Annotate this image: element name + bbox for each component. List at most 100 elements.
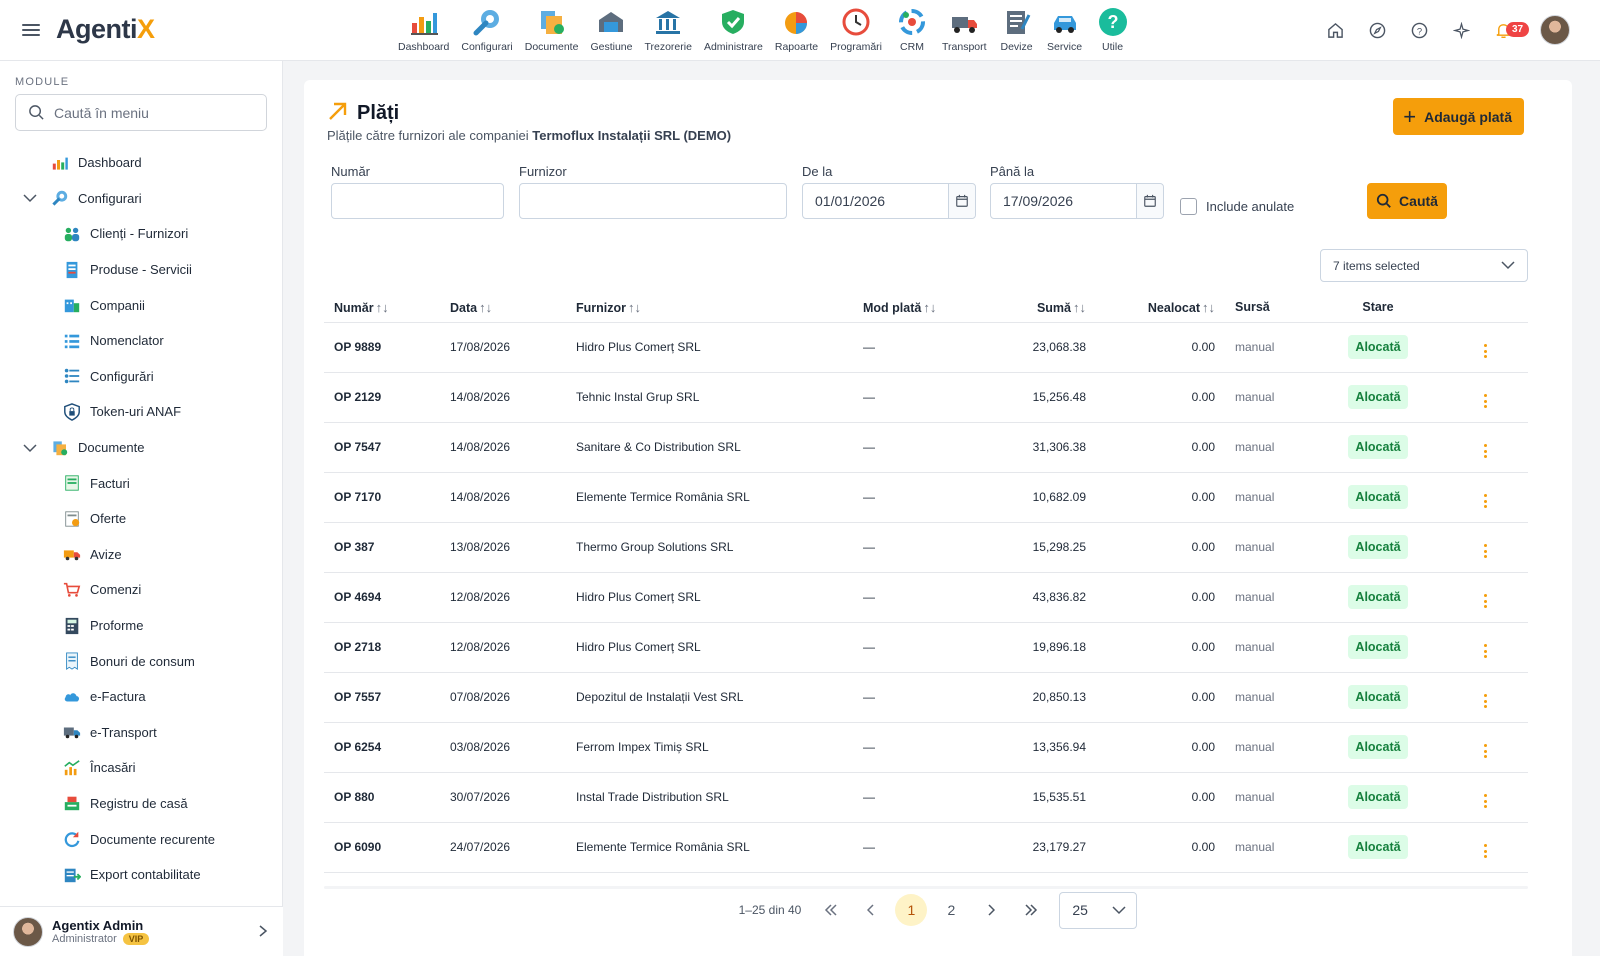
menu-search-input[interactable] [54, 104, 254, 121]
table-row[interactable]: OP 7557 07/08/2026 Depozitul de Instalații… [324, 672, 1528, 723]
sidebar-item-e-factura[interactable]: e-Factura [0, 679, 283, 715]
sidebar-item-registru-casa[interactable]: Registru de casă [0, 786, 283, 822]
from-date-input[interactable] [803, 193, 948, 209]
numar-input[interactable] [332, 193, 503, 209]
include-cancelled-checkbox[interactable] [1180, 198, 1197, 215]
col-numar[interactable]: Număr ↑↓ [324, 293, 440, 323]
home-icon[interactable] [1318, 13, 1352, 47]
page-1-button[interactable]: 1 [895, 894, 928, 926]
user-avatar[interactable] [1540, 15, 1570, 45]
sidebar-item-bonuri-consum[interactable]: Bonuri de consum [0, 643, 283, 679]
sidebar-item-e-transport[interactable]: e-Transport [0, 715, 283, 751]
table-row[interactable]: OP 7547 14/08/2026 Sanitare & Co Distribut… [324, 422, 1528, 473]
sparkle-icon[interactable] [1444, 13, 1478, 47]
module-utile[interactable]: ? Utile [1089, 4, 1137, 53]
module-programari[interactable]: Programări [824, 4, 888, 53]
more-options-icon[interactable] [1484, 344, 1487, 358]
sidebar-item-configurari[interactable]: Configurari [0, 181, 283, 217]
help-icon[interactable]: ? [1402, 13, 1436, 47]
module-transport[interactable]: Transport [936, 4, 993, 53]
module-dashboard[interactable]: Dashboard [392, 4, 455, 53]
page-2-button[interactable]: 2 [935, 894, 967, 926]
table-row[interactable]: OP 6254 03/08/2026 Ferrom Impex Timiș SRL —… [324, 722, 1528, 773]
module-configurari[interactable]: Configurari [455, 4, 518, 53]
table-row[interactable]: OP 2718 12/08/2026 Hidro Plus Comerț SRL —1… [324, 622, 1528, 673]
chevron-down-icon[interactable] [22, 443, 38, 453]
module-crm[interactable]: CRM [888, 4, 936, 53]
include-cancelled-checkbox-row[interactable]: Include anulate [1180, 198, 1294, 215]
search-button[interactable]: Caută [1367, 183, 1447, 219]
more-options-icon[interactable] [1484, 694, 1487, 708]
table-row[interactable]: OP 4694 12/08/2026 Hidro Plus Comerț SRL —4… [324, 572, 1528, 623]
col-nealocat[interactable]: Nealocat ↑↓ [1096, 293, 1225, 323]
horizontal-scrollbar[interactable] [324, 886, 1528, 889]
sidebar-item-nomenclator[interactable]: Nomenclator [0, 323, 283, 359]
col-suma[interactable]: Sumă ↑↓ [983, 293, 1096, 323]
sort-icon[interactable]: ↑↓ [1073, 300, 1086, 315]
sidebar-item-configurari-sub[interactable]: Configurări [0, 359, 283, 395]
module-devize[interactable]: Devize [993, 4, 1041, 53]
sort-icon[interactable]: ↑↓ [628, 300, 641, 315]
next-page-icon[interactable] [975, 894, 1007, 926]
sidebar-item-proforme[interactable]: Proforme [0, 608, 283, 644]
sidebar-item-token-anaf[interactable]: Token-uri ANAF [0, 394, 283, 430]
more-options-icon[interactable] [1484, 644, 1487, 658]
sidebar-item-documente[interactable]: Documente [0, 430, 283, 466]
notification-bell-icon[interactable]: 37 [1486, 13, 1530, 47]
sidebar-item-companii[interactable]: Companii [0, 287, 283, 323]
sidebar-item-comenzi[interactable]: Comenzi [0, 572, 283, 608]
to-date-input[interactable] [991, 193, 1136, 209]
chevron-right-icon[interactable] [258, 924, 268, 943]
sidebar-item-export-contabilitate[interactable]: Export contabilitate [0, 857, 283, 893]
sort-icon[interactable]: ↑↓ [1202, 300, 1215, 315]
table-row[interactable]: OP 6090 24/07/2026 Elemente Termice Români… [324, 822, 1528, 873]
table-row[interactable]: OP 880 30/07/2026 Instal Trade Distributio… [324, 772, 1528, 823]
sidebar-item-dashboard[interactable]: Dashboard [0, 145, 283, 181]
calendar-icon[interactable] [947, 184, 975, 218]
module-trezorerie[interactable]: Trezorerie [638, 4, 697, 53]
table-row[interactable]: OP 7170 14/08/2026 Elemente Termice Români… [324, 472, 1528, 523]
more-options-icon[interactable] [1484, 594, 1487, 608]
prev-page-icon[interactable] [855, 894, 887, 926]
furnizor-input[interactable] [520, 193, 786, 209]
add-payment-button[interactable]: + Adaugă plată [1393, 98, 1524, 135]
more-options-icon[interactable] [1484, 394, 1487, 408]
col-data[interactable]: Data ↑↓ [440, 293, 566, 323]
sidebar-item-facturi[interactable]: Facturi [0, 465, 283, 501]
app-logo[interactable]: AgentiX [56, 14, 155, 45]
more-options-icon[interactable] [1484, 544, 1487, 558]
table-row[interactable]: OP 9889 17/08/2026 Hidro Plus Comerț SRL —2… [324, 322, 1528, 373]
table-row[interactable]: OP 2129 14/08/2026 Tehnic Instal Grup SRL —… [324, 372, 1528, 423]
first-page-icon[interactable] [815, 894, 847, 926]
more-options-icon[interactable] [1484, 794, 1487, 808]
table-row[interactable]: OP 387 13/08/2026 Thermo Group Solutions S… [324, 522, 1528, 573]
col-furnizor[interactable]: Furnizor ↑↓ [566, 293, 853, 323]
sidebar-item-produse-servicii[interactable]: Produse - Servicii [0, 252, 283, 288]
chevron-down-icon[interactable] [22, 193, 38, 203]
sidebar-item-oferte[interactable]: Oferte [0, 501, 283, 537]
calendar-icon[interactable] [1135, 184, 1163, 218]
more-options-icon[interactable] [1484, 844, 1487, 858]
module-rapoarte[interactable]: Rapoarte [769, 4, 824, 53]
sidebar-item-documente-recurente[interactable]: Documente recurente [0, 821, 283, 857]
sidebar-item-avize[interactable]: Avize [0, 537, 283, 573]
sort-icon[interactable]: ↑↓ [376, 300, 389, 315]
sort-icon[interactable]: ↑↓ [479, 300, 492, 315]
user-profile-bar[interactable]: Agentix Admin Administrator VIP [0, 906, 283, 956]
hamburger-menu-icon[interactable] [20, 19, 42, 41]
col-mod-plata[interactable]: Mod plată ↑↓ [853, 293, 983, 323]
sidebar-item-clienti-furnizori[interactable]: Clienți - Furnizori [0, 216, 283, 252]
module-documente[interactable]: Documente [519, 4, 585, 53]
module-gestiune[interactable]: Gestiune [584, 4, 638, 53]
more-options-icon[interactable] [1484, 444, 1487, 458]
more-options-icon[interactable] [1484, 744, 1487, 758]
more-options-icon[interactable] [1484, 494, 1487, 508]
compass-icon[interactable] [1360, 13, 1394, 47]
sidebar-item-incasari[interactable]: Încasări [0, 750, 283, 786]
columns-multiselect[interactable]: 7 items selected [1320, 249, 1528, 282]
module-administrare[interactable]: Administrare [698, 4, 769, 53]
sort-icon[interactable]: ↑↓ [923, 300, 936, 315]
last-page-icon[interactable] [1015, 894, 1047, 926]
module-service[interactable]: Service [1041, 4, 1089, 53]
page-size-select[interactable]: 25 [1059, 891, 1138, 929]
